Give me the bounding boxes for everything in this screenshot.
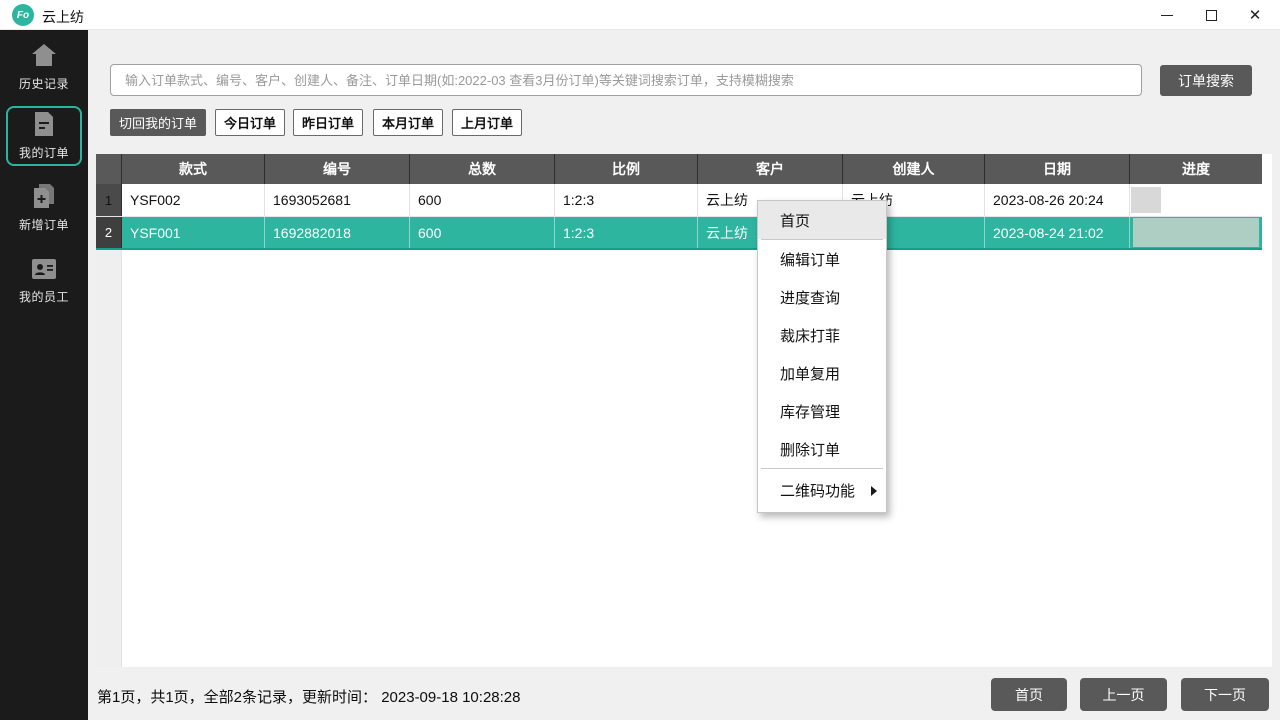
close-icon: ✕: [1249, 8, 1262, 23]
table-header-gutter: [96, 154, 122, 184]
cell-code: 1693052681: [265, 184, 410, 216]
sidebar-item-label: 我的订单: [19, 144, 69, 161]
table-row-selected[interactable]: 2 YSF001 1692882018 600 1:2:3 云上纺 2023-0…: [96, 217, 1262, 250]
sidebar: 历史记录 我的订单 新增订单: [0, 30, 88, 720]
menu-item-label: 二维码功能: [780, 480, 855, 501]
menu-item-home[interactable]: 首页: [758, 201, 886, 239]
menu-item-inventory-management[interactable]: 库存管理: [758, 392, 886, 430]
table-header-total: 总数: [410, 154, 555, 184]
cell-progress: [1130, 217, 1262, 248]
cell-total: 600: [410, 217, 555, 248]
search-input[interactable]: [110, 64, 1142, 96]
table-header-row: 款式 编号 总数 比例 客户 创建人 日期 进度: [96, 154, 1262, 184]
table-header-style: 款式: [122, 154, 265, 184]
minimize-icon: [1161, 15, 1173, 16]
sidebar-item-my-orders[interactable]: 我的订单: [6, 106, 82, 166]
row-number: 1: [96, 184, 122, 216]
filter-yesterday-orders[interactable]: 昨日订单: [293, 109, 363, 136]
minimize-button[interactable]: [1144, 0, 1190, 30]
table-row[interactable]: 1 YSF002 1693052681 600 1:2:3 云上纺 云上纺 20…: [96, 184, 1262, 217]
app-logo-icon: Fo: [12, 4, 34, 26]
order-search-button[interactable]: 订单搜索: [1160, 65, 1252, 96]
maximize-button[interactable]: [1188, 0, 1234, 30]
menu-item-add-order-reuse[interactable]: 加单复用: [758, 354, 886, 392]
progress-bar: [1131, 187, 1161, 213]
window-title: 云上纺: [42, 7, 84, 27]
table-header-customer: 客户: [698, 154, 843, 184]
progress-bar: [1133, 218, 1259, 247]
filter-last-month-orders[interactable]: 上月订单: [452, 109, 522, 136]
order-document-icon: [32, 111, 56, 137]
table-header-ratio: 比例: [555, 154, 698, 184]
app-window: Fo 云上纺 ✕ 历史记录 我的订单: [0, 0, 1280, 720]
pagination-status-text: 第1页，共1页，全部2条记录，更新时间： 2023-09-18 10:28:28: [97, 686, 520, 707]
table-header-code: 编号: [265, 154, 410, 184]
sidebar-item-label: 新增订单: [19, 216, 69, 233]
sidebar-item-new-order[interactable]: 新增订单: [6, 178, 82, 238]
employee-badge-icon: [30, 257, 58, 281]
row-number-gutter: [96, 250, 122, 667]
filter-today-orders[interactable]: 今日订单: [215, 109, 285, 136]
cell-total: 600: [410, 184, 555, 216]
submenu-arrow-icon: [871, 486, 877, 496]
menu-item-cutting-ticket[interactable]: 裁床打菲: [758, 316, 886, 354]
filter-back-to-my-orders[interactable]: 切回我的订单: [110, 109, 206, 136]
prev-page-button[interactable]: 上一页: [1080, 678, 1167, 711]
close-button[interactable]: ✕: [1232, 0, 1278, 30]
cell-style: YSF001: [122, 217, 265, 248]
filter-this-month-orders[interactable]: 本月订单: [373, 109, 443, 136]
sidebar-item-my-employees[interactable]: 我的员工: [6, 251, 82, 311]
context-menu: 首页 编辑订单 进度查询 裁床打菲 加单复用 库存管理 删除订单 二维码功能: [757, 200, 887, 513]
cell-date: 2023-08-26 20:24: [985, 184, 1130, 216]
maximize-icon: [1206, 10, 1217, 21]
next-page-button[interactable]: 下一页: [1181, 678, 1269, 711]
cell-date: 2023-08-24 21:02: [985, 217, 1130, 248]
cell-style: YSF002: [122, 184, 265, 216]
table-header-creator: 创建人: [843, 154, 985, 184]
menu-item-progress-query[interactable]: 进度查询: [758, 278, 886, 316]
sidebar-item-label: 我的员工: [19, 288, 69, 305]
sidebar-item-label: 历史记录: [19, 75, 69, 92]
cell-ratio: 1:2:3: [555, 184, 698, 216]
app-logo-text: Fo: [17, 10, 29, 21]
first-page-button[interactable]: 首页: [991, 678, 1067, 711]
table-header-date: 日期: [985, 154, 1130, 184]
new-order-icon: [31, 183, 57, 209]
menu-item-delete-order[interactable]: 删除订单: [758, 430, 886, 468]
menu-item-edit-order[interactable]: 编辑订单: [758, 240, 886, 278]
table-header-progress: 进度: [1130, 154, 1262, 184]
menu-item-qrcode-functions[interactable]: 二维码功能: [758, 469, 886, 512]
cell-ratio: 1:2:3: [555, 217, 698, 248]
cell-code: 1692882018: [265, 217, 410, 248]
home-icon: [30, 42, 58, 68]
row-number: 2: [96, 217, 122, 248]
cell-progress: [1130, 184, 1262, 216]
window-titlebar: Fo 云上纺 ✕: [0, 0, 1280, 30]
sidebar-item-history[interactable]: 历史记录: [6, 37, 82, 97]
